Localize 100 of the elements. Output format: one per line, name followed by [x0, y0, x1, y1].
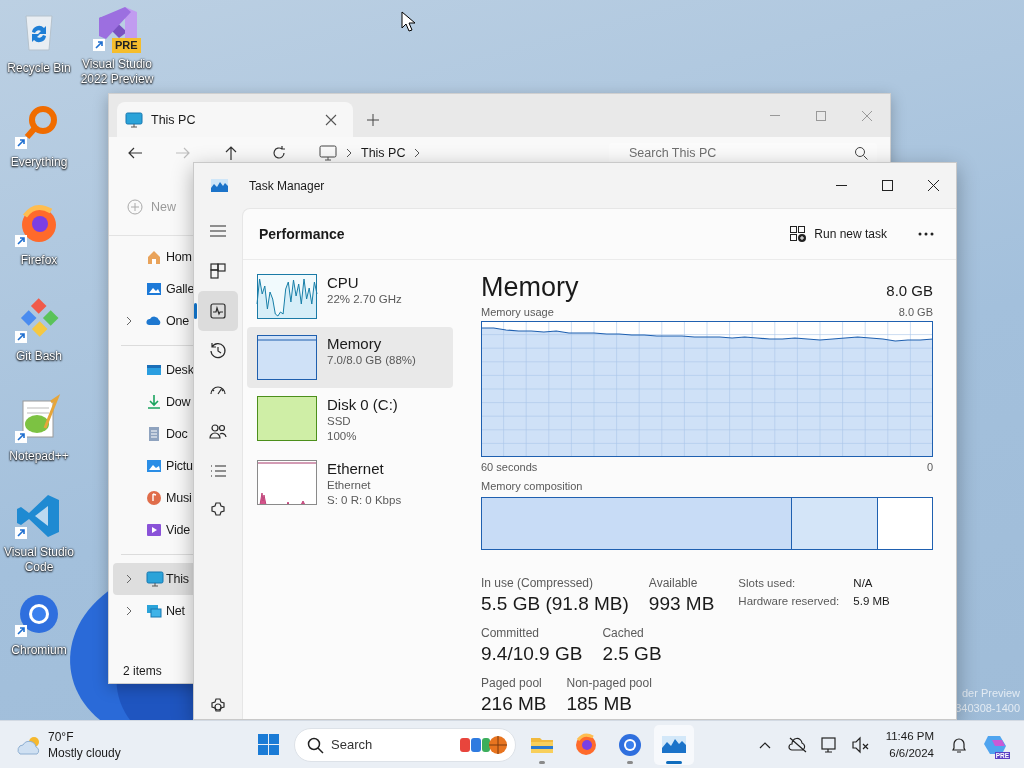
usage-graph-thumbnail	[257, 274, 317, 319]
resource-detail: 100%	[327, 429, 357, 444]
resource-item[interactable]: Disk 0 (C:) SSD 100%	[247, 388, 453, 452]
up-icon	[223, 145, 239, 161]
home-icon	[146, 249, 162, 265]
run-new-task-button[interactable]: Run new task	[780, 220, 897, 248]
music-icon	[146, 490, 162, 506]
clock-date: 6/6/2024	[889, 745, 934, 761]
resource-detail: S: 0 R: 0 Kbps	[327, 493, 402, 508]
windows-logo-icon	[257, 734, 279, 755]
stat-value: 216 MB	[481, 692, 547, 716]
search-field[interactable]: Search	[294, 727, 516, 762]
axis-label: 0	[926, 460, 933, 474]
sidebar-item[interactable]: Musi	[113, 482, 194, 514]
desktop-folder-icon	[146, 362, 162, 378]
chevron-up-icon	[758, 740, 771, 749]
users-icon	[208, 421, 228, 441]
stat-label: Paged pool	[481, 675, 543, 691]
weather-widget[interactable]: 70°F Mostly cloudy	[0, 728, 250, 761]
monitor-icon	[819, 736, 838, 753]
weather-text: Mostly cloudy	[48, 744, 121, 761]
section-title: Memory	[481, 272, 579, 303]
address-bar[interactable]: This PC	[307, 143, 597, 163]
resource-item[interactable]: Ethernet Ethernet S: 0 R: 0 Kbps	[247, 452, 453, 516]
cloud-off-icon	[787, 736, 806, 753]
app-icon	[211, 179, 228, 192]
forward-icon	[175, 145, 191, 161]
history-icon	[208, 341, 228, 361]
resource-name: Ethernet	[327, 460, 384, 478]
taskbar-app-button[interactable]	[654, 724, 694, 765]
highlight-drawing	[460, 734, 507, 755]
usage-graph-thumbnail	[257, 460, 317, 505]
document-icon	[146, 426, 162, 442]
stat-value: 993 MB	[648, 592, 715, 616]
minimize-icon	[770, 115, 780, 116]
resource-detail: Ethernet	[327, 478, 371, 493]
resource-item[interactable]: Memory 7.0/8.0 GB (88%)	[247, 327, 453, 388]
browser-circle-icon	[617, 731, 643, 758]
refresh-icon	[271, 145, 287, 161]
notepad-icon	[15, 396, 63, 444]
stat-value: N/A	[853, 576, 874, 591]
sidebar-item[interactable]: Dow	[113, 386, 194, 418]
browser-tab[interactable]: This PC	[117, 102, 353, 137]
search-icon	[307, 736, 323, 753]
icon-label: Visual Studio 2022 Preview	[79, 57, 155, 87]
graph-max-label: 8.0 GB	[898, 305, 933, 319]
back-icon	[127, 145, 143, 161]
clock[interactable]: 11:46 PM 6/6/2024	[879, 727, 940, 762]
stat-value: 5.5 GB (91.8 MB)	[481, 592, 629, 616]
stat-label: Slots used:	[738, 576, 797, 591]
resource-name: CPU	[327, 274, 359, 292]
stat-label: Committed	[481, 625, 540, 641]
watermark-text: 340308-1400	[955, 701, 1020, 716]
resource-item[interactable]: CPU 22% 2.70 GHz	[247, 266, 453, 327]
close-icon	[862, 110, 872, 121]
stat-value: 9.4/10.9 GB	[481, 642, 583, 666]
monitor-icon	[319, 145, 337, 161]
stat-value: 2.5 GB	[602, 642, 662, 666]
icon-label: Firefox	[19, 253, 59, 268]
resource-detail: 22% 2.70 GHz	[327, 292, 402, 307]
grid-icon	[208, 261, 228, 281]
graph-label: Memory composition	[481, 479, 583, 493]
watermark-text: der Preview	[961, 686, 1020, 701]
icon-label: Everything	[9, 155, 69, 170]
resource-detail: 7.0/8.0 GB (88%)	[327, 353, 416, 368]
usage-graph-thumbnail	[257, 335, 317, 380]
status-text: 2 items	[123, 664, 162, 678]
plus-circle-icon	[127, 199, 143, 215]
speaker-mute-icon	[852, 736, 870, 753]
total-memory: 8.0 GB	[886, 282, 933, 299]
stat-value: 185 MB	[566, 692, 633, 716]
clock-time: 11:46 PM	[885, 728, 934, 744]
breadcrumb-item[interactable]: This PC	[361, 146, 406, 160]
chevron-icon	[413, 148, 422, 158]
resource-name: Memory	[327, 335, 382, 353]
sidebar-item[interactable]: One	[113, 305, 194, 337]
search-icon	[854, 146, 868, 160]
video-icon	[146, 522, 162, 538]
plus-icon	[367, 113, 379, 126]
more-icon	[918, 232, 934, 236]
monitor-icon	[146, 571, 162, 587]
icon-label: Notepad++	[8, 449, 70, 464]
icon-label: Git Bash	[15, 349, 63, 364]
minimize-icon	[835, 185, 847, 186]
sidebar-item[interactable]: Vide	[113, 514, 194, 546]
page-title: Performance	[259, 226, 345, 242]
close-icon	[325, 113, 337, 126]
temperature-text: 70°F	[48, 728, 75, 745]
gallery-icon	[146, 281, 162, 297]
preview-badge: PRE	[112, 38, 141, 53]
resource-detail: SSD	[327, 414, 351, 429]
stat-label: Available	[648, 575, 699, 591]
new-task-icon	[790, 226, 807, 242]
icon-label: Recycle Bin	[6, 61, 72, 76]
icon-label: Chromium	[10, 643, 68, 658]
axis-label: 60 seconds	[481, 460, 538, 474]
download-icon	[146, 394, 162, 410]
close-icon	[927, 180, 939, 191]
sidebar-item[interactable]: This	[113, 563, 194, 595]
usage-graph-thumbnail	[257, 396, 317, 441]
